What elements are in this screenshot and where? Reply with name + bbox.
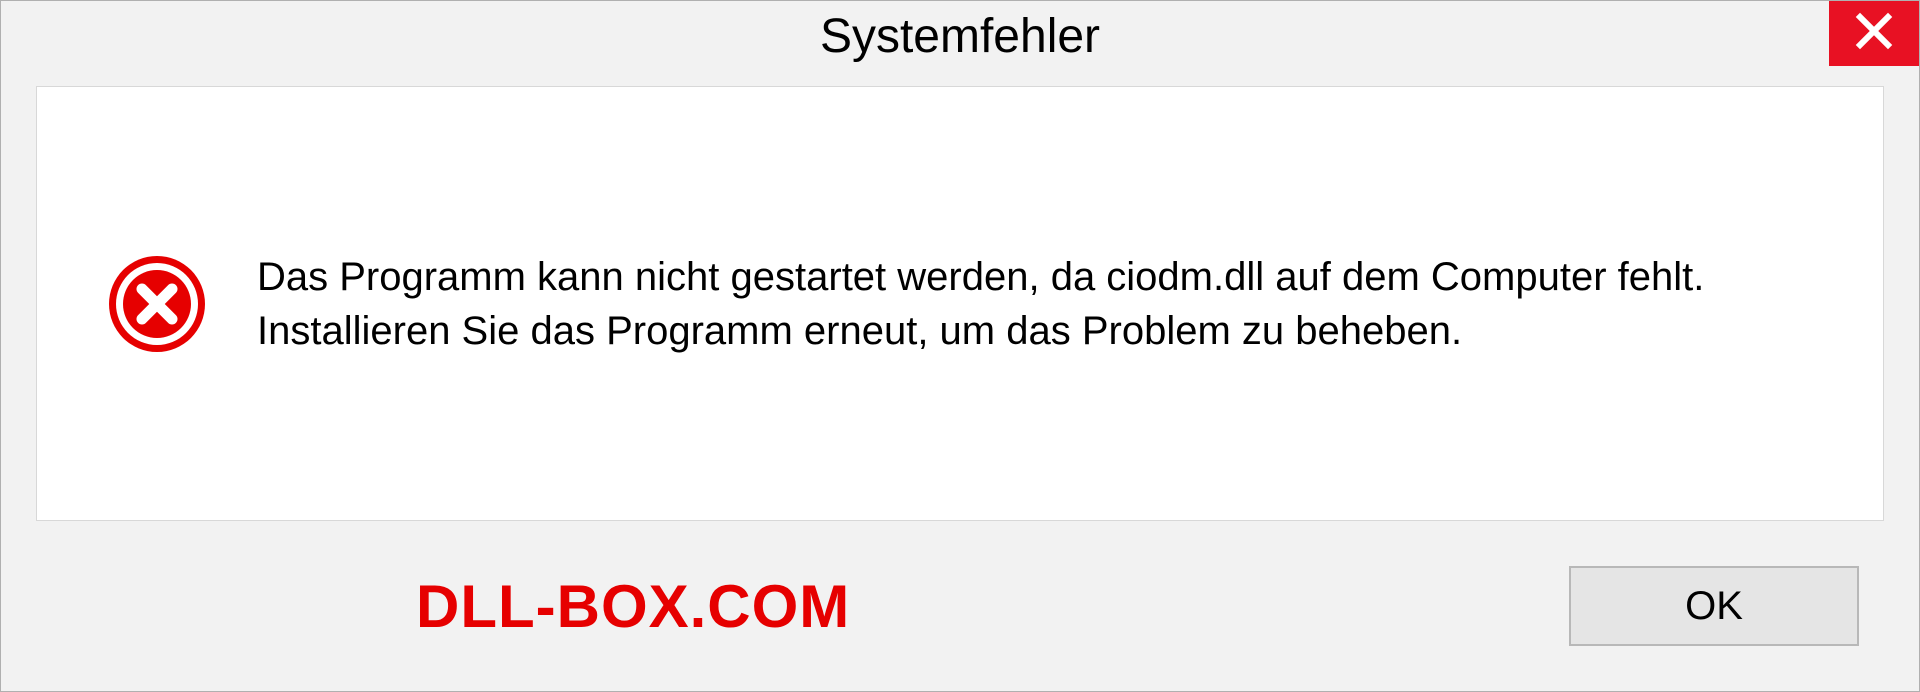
dialog-footer: DLL-BOX.COM OK — [1, 521, 1919, 691]
ok-button[interactable]: OK — [1569, 566, 1859, 646]
error-icon — [107, 254, 207, 354]
error-message: Das Programm kann nicht gestartet werden… — [257, 250, 1813, 358]
dialog-title: Systemfehler — [820, 9, 1100, 64]
close-icon — [1854, 11, 1894, 56]
error-dialog: Systemfehler Das Programm kann nicht ges… — [0, 0, 1920, 692]
title-bar: Systemfehler — [1, 1, 1919, 81]
watermark-text: DLL-BOX.COM — [416, 572, 850, 641]
content-panel: Das Programm kann nicht gestartet werden… — [36, 86, 1884, 521]
close-button[interactable] — [1829, 1, 1919, 66]
